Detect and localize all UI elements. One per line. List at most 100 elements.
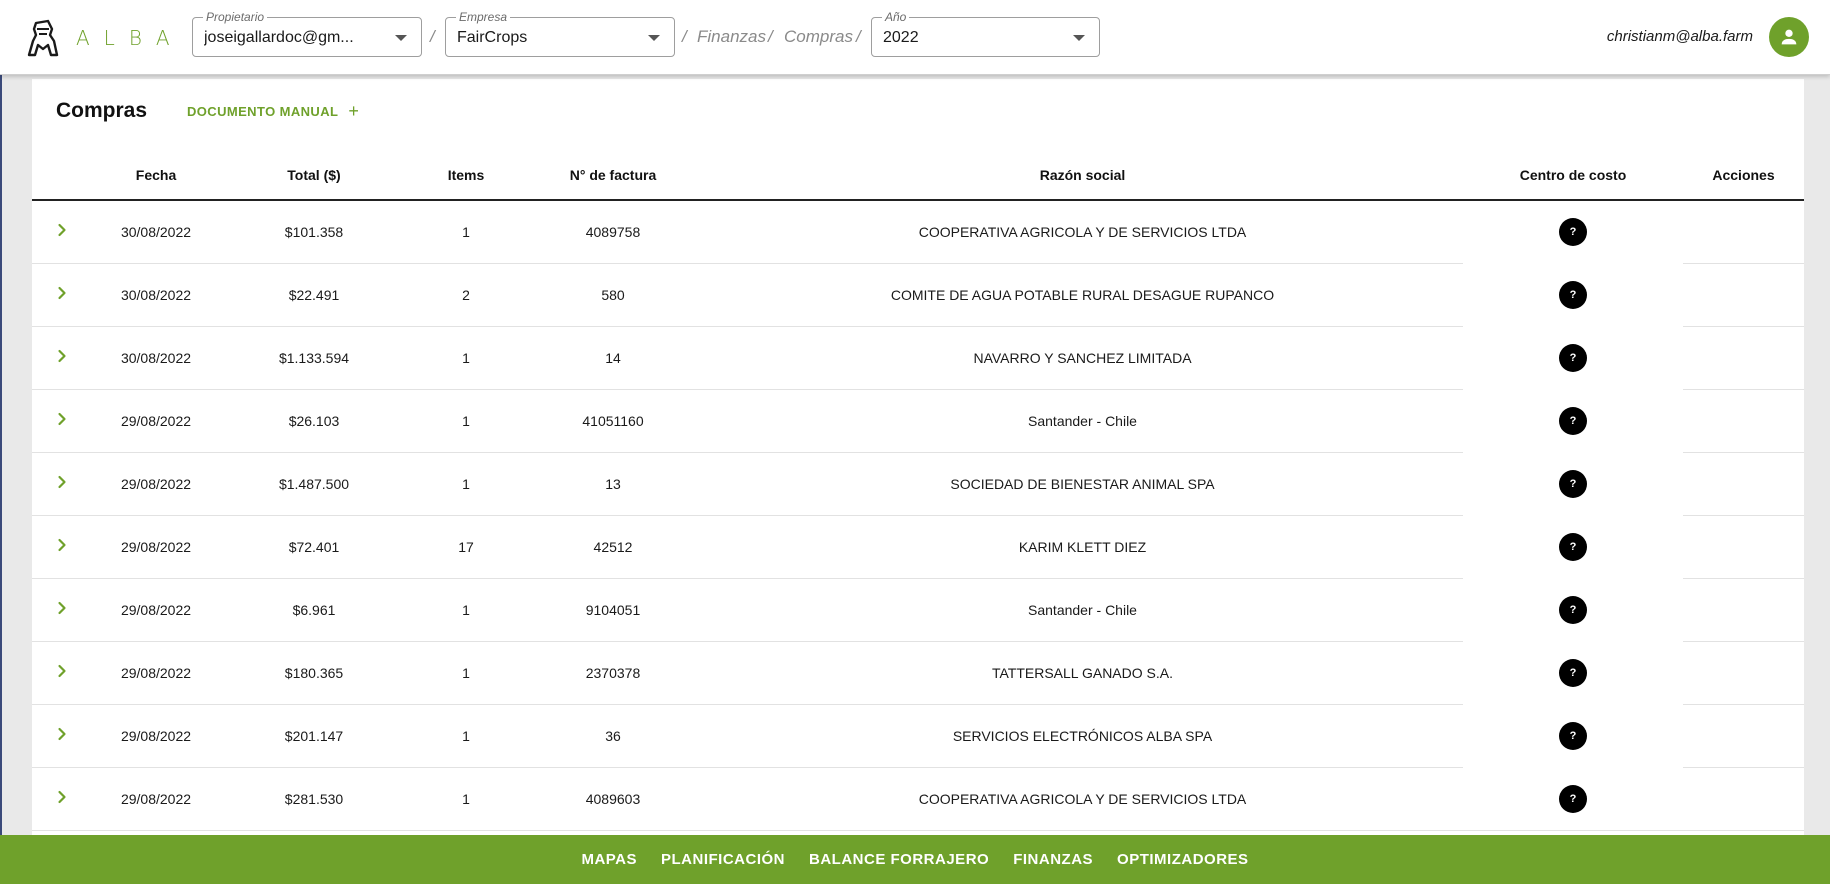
cost-center-badge[interactable]: ?	[1559, 658, 1587, 687]
cell-fecha: 30/08/2022	[92, 326, 220, 390]
column-header-factura[interactable]: N° de factura	[524, 151, 702, 201]
cell-fecha: 29/08/2022	[92, 641, 220, 705]
avatar[interactable]	[1769, 17, 1809, 57]
table-row[interactable]: 29/08/2022 $72.401 17 42512 KARIM KLETT DIEZ…	[32, 515, 1804, 579]
breadcrumb-finanzas[interactable]: Finanzas	[697, 27, 766, 47]
cost-center-badge[interactable]: ?	[1559, 469, 1587, 498]
table-row[interactable]: 29/08/2022 $201.147 1 36 SERVICIOS ELECTRÓNI…	[32, 704, 1804, 768]
table-row[interactable]: 29/08/2022 $281.530 1 4089603 COOPERATIVA AG…	[32, 767, 1804, 831]
cell-total: $180.365	[220, 641, 408, 705]
cost-center-badge[interactable]: ?	[1559, 280, 1587, 309]
owner-select[interactable]: Propietario joseigallardoc@gm...	[192, 10, 422, 57]
cell-fecha: 29/08/2022	[92, 389, 220, 453]
chevron-right-icon[interactable]	[55, 664, 69, 678]
company-select[interactable]: Empresa FairCrops	[445, 10, 675, 57]
cell-fecha: 29/08/2022	[92, 515, 220, 579]
user-email: christianm@alba.farm	[1606, 28, 1753, 45]
cell-acciones	[1683, 767, 1804, 831]
cell-razon: COOPERATIVA AGRICOLA Y DE SERVICIOS LTDA	[702, 767, 1463, 831]
chevron-right-icon[interactable]	[55, 727, 69, 741]
cell-centro: ?	[1463, 452, 1683, 516]
owner-select-value: joseigallardoc@gm...	[204, 29, 354, 46]
left-edge-accent	[0, 75, 2, 835]
expand-cell	[32, 767, 92, 831]
cell-fecha: 30/08/2022	[92, 200, 220, 264]
cell-razon: SERVICIOS ELECTRÓNICOS ALBA SPA	[702, 704, 1463, 768]
column-header-items[interactable]: Items	[408, 151, 524, 201]
cell-acciones	[1683, 515, 1804, 579]
cell-factura: 4089603	[524, 767, 702, 831]
cell-razon: SOCIEDAD DE BIENESTAR ANIMAL SPA	[702, 452, 1463, 516]
cost-center-badge[interactable]: ?	[1559, 217, 1587, 246]
chevron-right-icon[interactable]	[55, 412, 69, 426]
column-header-razon[interactable]: Razón social	[702, 151, 1463, 201]
cell-acciones	[1683, 200, 1804, 264]
chevron-right-icon[interactable]	[55, 223, 69, 237]
cell-razon: Santander - Chile	[702, 578, 1463, 642]
nav-item-balance-forrajero[interactable]: BALANCE FORRAJERO	[809, 851, 989, 869]
breadcrumb-compras[interactable]: Compras	[784, 27, 853, 47]
cost-center-badge[interactable]: ?	[1559, 532, 1587, 561]
table-row[interactable]: 29/08/2022 $180.365 1 2370378 TATTERSALL GAN…	[32, 641, 1804, 705]
cost-center-badge[interactable]: ?	[1559, 406, 1587, 435]
cell-factura: 41051160	[524, 389, 702, 453]
nav-item-finanzas[interactable]: FINANZAS	[1013, 851, 1093, 869]
column-header-fecha[interactable]: Fecha	[92, 151, 220, 201]
expand-cell	[32, 704, 92, 768]
table-row[interactable]: 30/08/2022 $101.358 1 4089758 COOPERATIVA AG…	[32, 200, 1804, 264]
cell-acciones	[1683, 704, 1804, 768]
chevron-right-icon[interactable]	[55, 286, 69, 300]
table-row[interactable]: 29/08/2022 $6.961 1 9104051 Santander - Chil…	[32, 578, 1804, 642]
alba-logo-icon	[27, 19, 59, 57]
cell-items: 2	[408, 263, 524, 327]
cell-factura: 13	[524, 452, 702, 516]
cell-items: 1	[408, 767, 524, 831]
cell-total: $26.103	[220, 389, 408, 453]
cell-centro: ?	[1463, 767, 1683, 831]
cost-center-badge[interactable]: ?	[1559, 721, 1587, 750]
table-row[interactable]: 29/08/2022 $26.103 1 41051160 Santander - Ch…	[32, 389, 1804, 453]
add-manual-document-button[interactable]: DOCUMENTO MANUAL +	[187, 101, 359, 121]
cell-centro: ?	[1463, 200, 1683, 264]
cost-center-badge[interactable]: ?	[1559, 595, 1587, 624]
year-select[interactable]: Año 2022	[871, 10, 1100, 57]
cell-fecha: 29/08/2022	[92, 578, 220, 642]
cost-center-badge[interactable]: ?	[1559, 343, 1587, 372]
table-row[interactable]: 29/08/2022 $1.487.500 1 13 SOCIEDAD DE BIENE…	[32, 452, 1804, 516]
column-header-expand	[32, 151, 92, 201]
cell-items: 1	[408, 578, 524, 642]
cell-total: $72.401	[220, 515, 408, 579]
chevron-right-icon[interactable]	[55, 538, 69, 552]
cell-total: $1.487.500	[220, 452, 408, 516]
top-bar: ALBA Propietario joseigallardoc@gm... / …	[0, 0, 1830, 75]
cell-factura: 14	[524, 326, 702, 390]
nav-item-optimizadores[interactable]: OPTIMIZADORES	[1117, 851, 1249, 869]
chevron-right-icon[interactable]	[55, 349, 69, 363]
cell-fecha: 29/08/2022	[92, 767, 220, 831]
cost-center-badge[interactable]: ?	[1559, 784, 1587, 813]
cell-items: 1	[408, 326, 524, 390]
cell-items: 1	[408, 200, 524, 264]
chevron-right-icon[interactable]	[55, 475, 69, 489]
table-row[interactable]: 30/08/2022 $22.491 2 580 COMITE DE AGUA POTA…	[32, 263, 1804, 327]
nav-item-mapas[interactable]: MAPAS	[581, 851, 637, 869]
expand-cell	[32, 578, 92, 642]
cell-centro: ?	[1463, 641, 1683, 705]
expand-cell	[32, 326, 92, 390]
cell-items: 17	[408, 515, 524, 579]
nav-item-planificación[interactable]: PLANIFICACIÓN	[661, 851, 785, 869]
cell-total: $1.133.594	[220, 326, 408, 390]
person-icon	[1781, 29, 1797, 45]
expand-cell	[32, 452, 92, 516]
chevron-down-icon	[395, 35, 407, 41]
company-select-value: FairCrops	[457, 29, 528, 46]
table-row[interactable]: 30/08/2022 $1.133.594 1 14 NAVARRO Y SANCHEZ…	[32, 326, 1804, 390]
chevron-right-icon[interactable]	[55, 790, 69, 804]
column-header-total[interactable]: Total ($)	[220, 151, 408, 201]
chevron-down-icon	[1073, 35, 1085, 41]
alba-logo[interactable]: ALBA	[26, 18, 184, 58]
purchases-card: Compras DOCUMENTO MANUAL + Fecha Total (…	[32, 79, 1804, 835]
year-select-label: Año	[882, 10, 910, 24]
column-header-centro[interactable]: Centro de costo	[1463, 151, 1683, 201]
chevron-right-icon[interactable]	[55, 601, 69, 615]
